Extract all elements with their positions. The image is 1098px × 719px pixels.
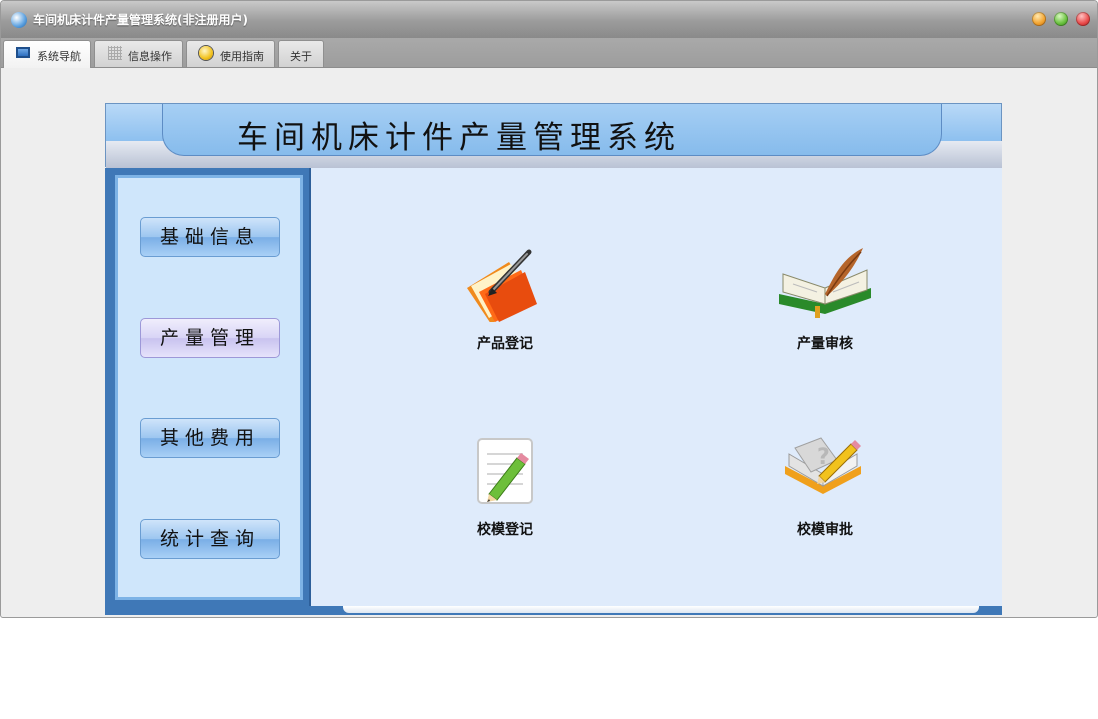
grid-icon	[108, 46, 122, 60]
banner-title: 车间机床计件产量管理系统	[237, 120, 681, 156]
tab-user-guide[interactable]: 使用指南	[186, 40, 275, 67]
bottom-plate	[343, 606, 979, 613]
notepad-pencil-icon	[477, 438, 533, 504]
tab-about[interactable]: 关于	[278, 40, 324, 67]
monitor-icon	[16, 47, 30, 58]
sidebar-item-output-management[interactable]: 产量管理	[140, 318, 280, 358]
app-window: 车间机床计件产量管理系统(非注册用户) 系统导航 信息操作 使用指南 关于 车间…	[0, 0, 1098, 618]
navigation-panel: 车间机床计件产量管理系统 基础信息 产量管理 其他费用 统计查询 产品登记 产量…	[105, 103, 1002, 615]
window-title: 车间机床计件产量管理系统(非注册用户)	[33, 13, 248, 27]
sidebar-inner: 基础信息 产量管理 其他费用 统计查询	[115, 175, 303, 600]
sidebar: 基础信息 产量管理 其他费用 统计查询	[105, 168, 309, 615]
tab-label: 使用指南	[220, 50, 264, 63]
sidebar-item-basic-info[interactable]: 基础信息	[140, 217, 280, 257]
tab-bar: 系统导航 信息操作 使用指南 关于	[1, 38, 1097, 68]
banner: 车间机床计件产量管理系统	[105, 103, 1002, 168]
tab-label: 关于	[290, 50, 312, 63]
sidebar-item-other-expenses[interactable]: 其他费用	[140, 418, 280, 458]
function-area: 产品登记 产量审核 校模登记 ? 校模审批	[309, 168, 1002, 608]
book-question-icon: ?	[785, 437, 861, 494]
function-product-registration[interactable]: 产品登记	[445, 244, 565, 354]
tab-info-operations[interactable]: 信息操作	[94, 40, 183, 67]
lightbulb-icon	[199, 46, 213, 60]
close-button[interactable]	[1076, 12, 1090, 26]
book-quill-icon	[779, 248, 871, 318]
svg-text:?: ?	[817, 445, 830, 470]
maximize-button[interactable]	[1054, 12, 1068, 26]
function-mold-registration[interactable]: 校模登记	[445, 430, 565, 540]
banner-title-plate: 车间机床计件产量管理系统	[162, 104, 942, 156]
function-mold-approval[interactable]: ? 校模审批	[765, 430, 885, 540]
sidebar-item-statistics-query[interactable]: 统计查询	[140, 519, 280, 559]
folder-pen-icon	[467, 249, 537, 322]
tab-label: 系统导航	[37, 50, 81, 63]
minimize-button[interactable]	[1032, 12, 1046, 26]
function-output-review[interactable]: 产量审核	[765, 244, 885, 354]
function-label: 校模登记	[477, 522, 533, 538]
tab-label: 信息操作	[128, 50, 172, 63]
function-label: 产量审核	[797, 336, 853, 352]
app-logo-icon	[11, 12, 27, 28]
function-label: 校模审批	[797, 522, 853, 538]
function-label: 产品登记	[477, 336, 533, 352]
tab-system-navigation[interactable]: 系统导航	[3, 40, 91, 68]
title-bar[interactable]: 车间机床计件产量管理系统(非注册用户)	[1, 1, 1097, 39]
